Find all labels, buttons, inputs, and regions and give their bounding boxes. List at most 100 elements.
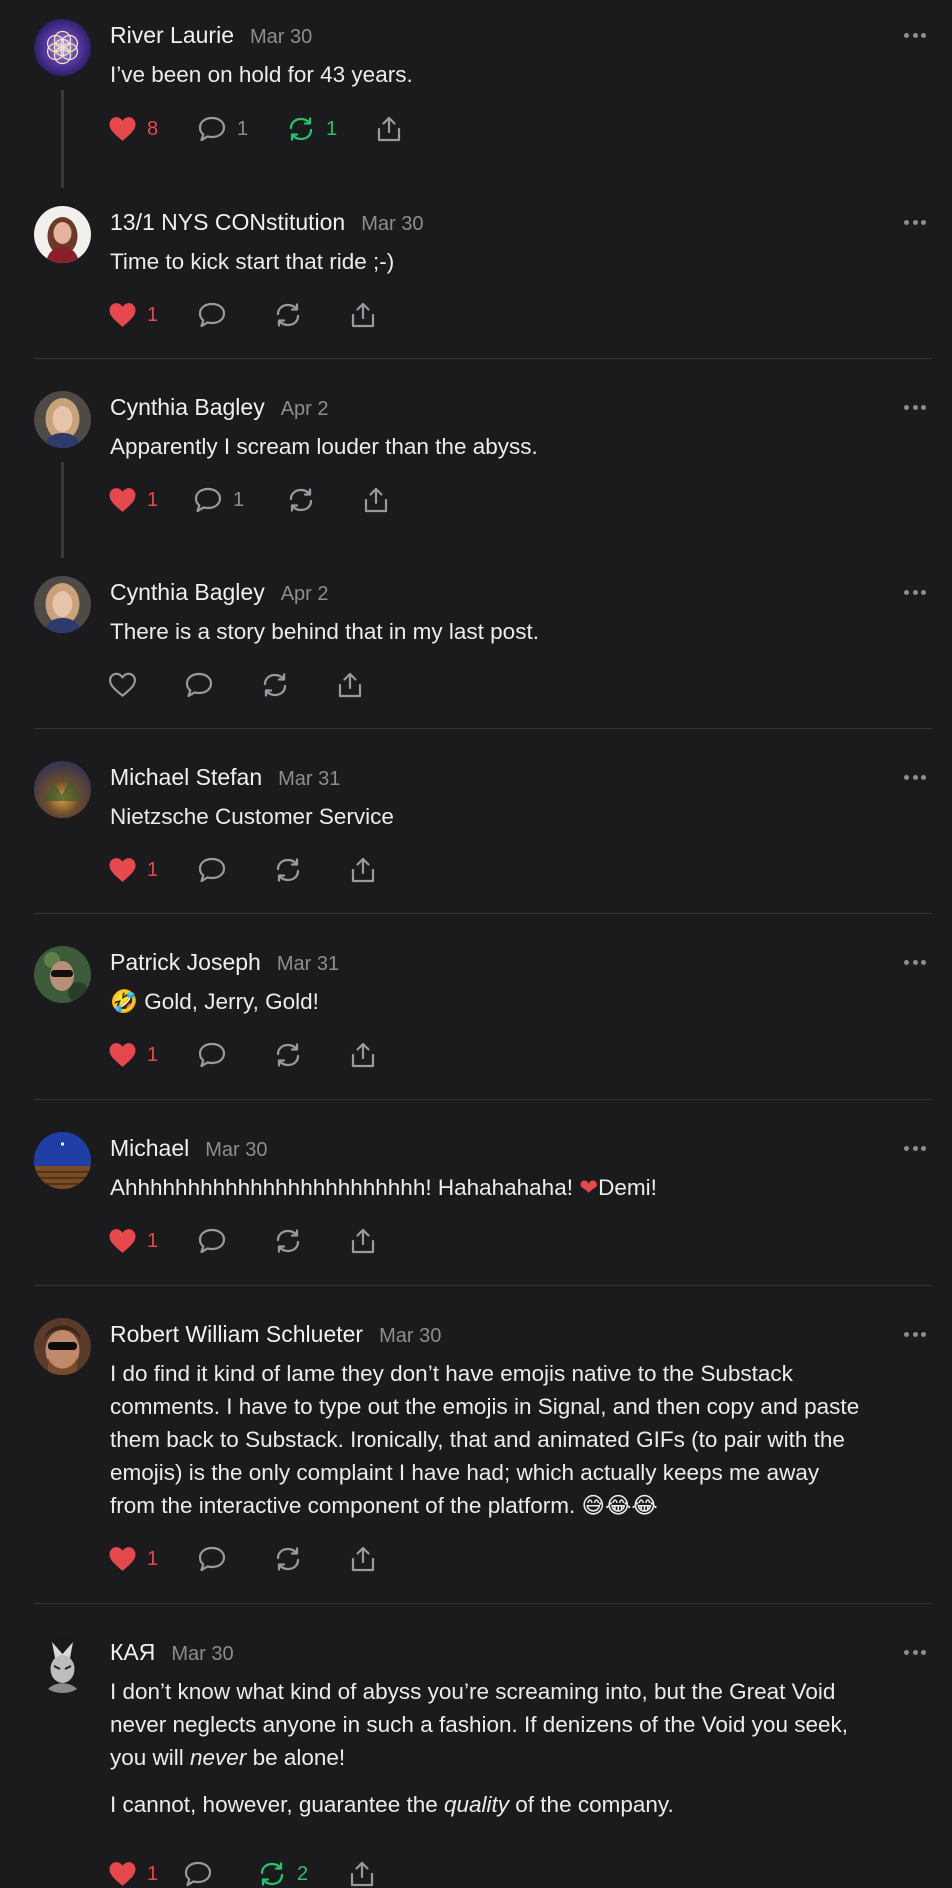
author-name[interactable]: Patrick Joseph (110, 949, 261, 976)
divider (34, 913, 932, 914)
comment-date[interactable]: Apr 2 (281, 398, 329, 421)
heart-icon (109, 117, 136, 141)
reply-button[interactable] (197, 856, 273, 884)
author-name[interactable]: КАЯ (110, 1639, 155, 1666)
like-count: 1 (147, 488, 159, 511)
divider (34, 358, 932, 359)
more-options-icon[interactable] (904, 1650, 926, 1656)
restack-icon (289, 488, 313, 512)
more-options-icon[interactable] (904, 960, 926, 966)
author-name[interactable]: River Laurie (110, 22, 234, 49)
share-button[interactable] (349, 1041, 377, 1069)
comment-date[interactable]: Mar 30 (250, 26, 312, 49)
like-count: 1 (147, 1547, 159, 1570)
share-button[interactable] (349, 1227, 377, 1255)
avatar[interactable] (34, 391, 91, 448)
restack-button[interactable]: 2 (257, 1860, 348, 1888)
comment-date[interactable]: Mar 30 (205, 1139, 267, 1162)
comment-date[interactable]: Mar 30 (379, 1325, 441, 1348)
comment-text: I’ve been on hold for 43 years. (110, 62, 413, 87)
avatar[interactable] (34, 946, 91, 1003)
share-icon (351, 1228, 375, 1254)
restack-button[interactable] (260, 671, 336, 699)
reply-button[interactable] (197, 1227, 273, 1255)
restack-icon (276, 858, 300, 882)
comment-date[interactable]: Mar 30 (171, 1643, 233, 1666)
restack-button[interactable] (273, 856, 349, 884)
avatar[interactable] (34, 1636, 91, 1693)
restack-button[interactable] (273, 1041, 349, 1069)
comment-actions: 1 (108, 298, 377, 332)
share-icon (351, 1042, 375, 1068)
reply-button[interactable] (197, 301, 273, 329)
comment-actions: 8 1 1 (108, 112, 403, 146)
restack-button[interactable]: 1 (286, 115, 375, 143)
more-options-icon[interactable] (904, 1332, 926, 1338)
comment-date[interactable]: Mar 30 (361, 213, 423, 236)
comment-date[interactable]: Mar 31 (278, 768, 340, 791)
author-name[interactable]: Robert William Schlueter (110, 1321, 363, 1348)
share-icon (350, 1861, 374, 1887)
heart-icon (109, 1547, 136, 1571)
heart-icon (109, 1229, 136, 1253)
like-button[interactable]: 1 (108, 487, 193, 513)
share-button[interactable] (349, 856, 377, 884)
reply-button[interactable] (183, 1860, 257, 1888)
more-options-icon[interactable] (904, 775, 926, 781)
like-button[interactable]: 1 (108, 1861, 183, 1887)
restack-button[interactable] (273, 301, 349, 329)
like-button[interactable] (108, 672, 184, 698)
restack-icon (260, 1862, 284, 1886)
like-button[interactable]: 1 (108, 1546, 197, 1572)
reply-button[interactable]: 1 (193, 486, 286, 514)
share-button[interactable] (349, 301, 377, 329)
comment-bubble-icon (198, 1042, 226, 1068)
like-count: 1 (147, 1862, 159, 1885)
avatar[interactable] (34, 206, 91, 263)
avatar[interactable] (34, 1318, 91, 1375)
more-options-icon[interactable] (904, 590, 926, 596)
comment-date[interactable]: Apr 2 (281, 583, 329, 606)
divider (34, 1285, 932, 1286)
comment-actions: 1 (108, 1542, 377, 1576)
share-button[interactable] (349, 1545, 377, 1573)
reply-button[interactable] (197, 1545, 273, 1573)
reply-button[interactable] (184, 671, 260, 699)
restack-button[interactable] (286, 486, 362, 514)
like-button[interactable]: 1 (108, 857, 197, 883)
reply-button[interactable] (197, 1041, 273, 1069)
restack-button[interactable] (273, 1545, 349, 1573)
comment-text: I do find it kind of lame they don’t hav… (110, 1361, 860, 1518)
more-options-icon[interactable] (904, 1146, 926, 1152)
like-button[interactable]: 1 (108, 1042, 197, 1068)
share-button[interactable] (375, 115, 403, 143)
more-options-icon[interactable] (904, 220, 926, 226)
avatar[interactable] (34, 576, 91, 633)
emoji: 🤣 (110, 989, 139, 1014)
restack-button[interactable] (273, 1227, 349, 1255)
author-name[interactable]: Cynthia Bagley (110, 579, 265, 606)
like-button[interactable]: 1 (108, 1228, 197, 1254)
reply-count: 1 (233, 488, 245, 511)
like-button[interactable]: 1 (108, 302, 197, 328)
thread-line (61, 90, 64, 188)
author-name[interactable]: Michael Stefan (110, 764, 262, 791)
comment-date[interactable]: Mar 31 (277, 953, 339, 976)
author-name[interactable]: Michael (110, 1135, 189, 1162)
avatar[interactable] (34, 1132, 91, 1189)
comment-actions: 1 (108, 853, 377, 887)
like-button[interactable]: 8 (108, 116, 197, 142)
comment-bubble-icon (184, 1861, 212, 1887)
author-name[interactable]: 13/1 NYS CONstitution (110, 209, 345, 236)
more-options-icon[interactable] (904, 33, 926, 39)
comment-bubble-icon (198, 302, 226, 328)
avatar[interactable] (34, 19, 91, 76)
share-button[interactable] (336, 671, 364, 699)
restack-icon (276, 1229, 300, 1253)
share-button[interactable] (362, 486, 390, 514)
avatar[interactable] (34, 761, 91, 818)
more-options-icon[interactable] (904, 405, 926, 411)
reply-button[interactable]: 1 (197, 115, 286, 143)
share-button[interactable] (348, 1860, 376, 1888)
author-name[interactable]: Cynthia Bagley (110, 394, 265, 421)
